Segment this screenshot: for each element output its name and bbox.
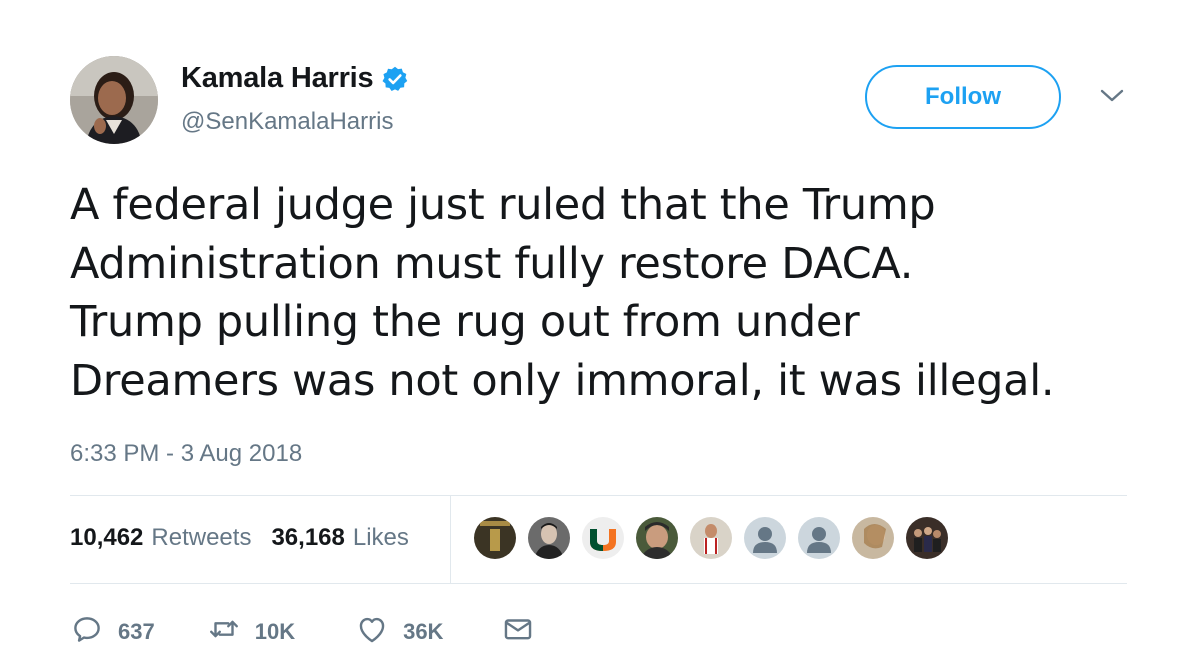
author-handle[interactable]: @SenKamalaHarris xyxy=(181,108,393,136)
retweets-count[interactable]: 10,462 xyxy=(70,524,143,552)
reply-count: 637 xyxy=(118,618,155,644)
retweet-button[interactable]: 10K xyxy=(207,612,295,651)
likers-avatars xyxy=(474,517,960,559)
direct-message-button[interactable] xyxy=(501,612,535,651)
author-name-row[interactable]: Kamala Harris xyxy=(181,62,409,95)
likes-count[interactable]: 36,168 xyxy=(271,524,344,552)
follow-button[interactable]: Follow xyxy=(865,65,1061,129)
liker-avatar[interactable] xyxy=(906,517,948,559)
liker-avatar[interactable] xyxy=(636,517,678,559)
tweet-text-line: Trump pulling the rug out from under xyxy=(70,297,860,347)
tweet-text-line: Dreamers was not only immoral, it was il… xyxy=(70,355,1055,406)
like-count: 36K xyxy=(403,618,444,644)
tweet-actions: 637 10K 36K xyxy=(70,612,535,651)
heart-icon xyxy=(355,612,389,651)
liker-avatar[interactable] xyxy=(474,517,516,559)
verified-badge-icon xyxy=(381,65,409,93)
tweet-timestamp[interactable]: 6:33 PM - 3 Aug 2018 xyxy=(70,440,302,468)
liker-avatar[interactable] xyxy=(690,517,732,559)
tweet-text: A federal judge just ruled that the Trum… xyxy=(70,176,1150,410)
profile-avatar[interactable] xyxy=(70,56,158,144)
tweet-stats: 10,462 Retweets 36,168 Likes xyxy=(70,524,429,552)
divider-bottom xyxy=(70,583,1127,584)
liker-avatar[interactable] xyxy=(798,517,840,559)
retweet-count: 10K xyxy=(254,618,296,644)
reply-button[interactable]: 637 xyxy=(70,612,155,651)
envelope-icon xyxy=(501,612,535,651)
divider-top xyxy=(70,495,1127,496)
like-button[interactable]: 36K xyxy=(355,612,443,651)
stats-divider xyxy=(450,496,451,583)
likes-label[interactable]: Likes xyxy=(353,524,409,552)
chevron-down-icon[interactable] xyxy=(1098,86,1126,106)
liker-avatar[interactable] xyxy=(744,517,786,559)
liker-avatar[interactable] xyxy=(528,517,570,559)
retweets-label[interactable]: Retweets xyxy=(151,524,251,552)
tweet-text-line: Administration must fully restore DACA. xyxy=(70,238,914,289)
reply-icon xyxy=(70,612,104,651)
liker-avatar[interactable] xyxy=(852,517,894,559)
liker-avatar[interactable] xyxy=(582,517,624,559)
author-name[interactable]: Kamala Harris xyxy=(181,62,374,95)
tweet-text-line: A federal judge just ruled that the Trum… xyxy=(70,180,936,230)
retweet-icon xyxy=(207,612,241,651)
